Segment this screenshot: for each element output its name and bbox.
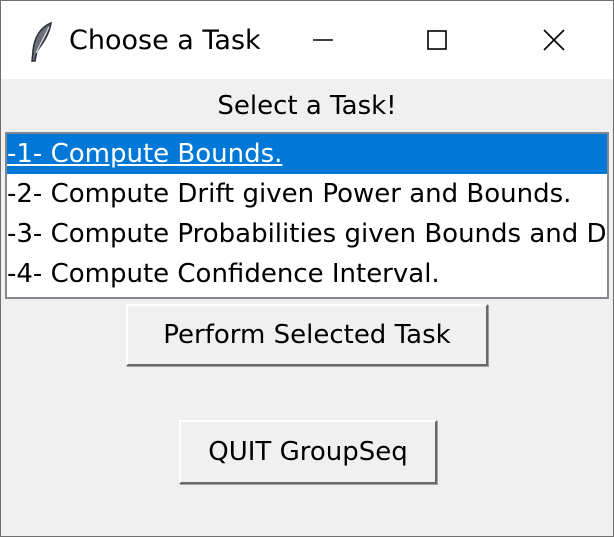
window-title: Choose a Task	[69, 25, 261, 56]
close-button[interactable]	[506, 1, 602, 79]
close-icon	[543, 29, 565, 51]
select-task-label: Select a Task!	[217, 91, 397, 121]
perform-selected-task-button[interactable]: Perform Selected Task	[126, 304, 488, 366]
app-window: Choose a Task Select a Task! -1- Compute…	[0, 0, 614, 537]
feather-icon	[27, 21, 57, 63]
task-item-1[interactable]: -1- Compute Bounds.	[7, 134, 607, 174]
task-item-4[interactable]: -4- Compute Confidence Interval.	[7, 254, 607, 294]
task-item-2[interactable]: -2- Compute Drift given Power and Bounds…	[7, 174, 607, 214]
minimize-button[interactable]	[275, 1, 371, 79]
quit-button[interactable]: QUIT GroupSeq	[179, 420, 437, 484]
minimize-icon	[313, 39, 333, 41]
task-item-3[interactable]: -3- Compute Probabilities given Bounds a…	[7, 214, 607, 254]
task-listbox[interactable]: -1- Compute Bounds. -2- Compute Drift gi…	[5, 132, 609, 299]
title-bar[interactable]: Choose a Task	[1, 1, 613, 79]
maximize-icon	[427, 30, 447, 50]
maximize-button[interactable]	[389, 1, 485, 79]
